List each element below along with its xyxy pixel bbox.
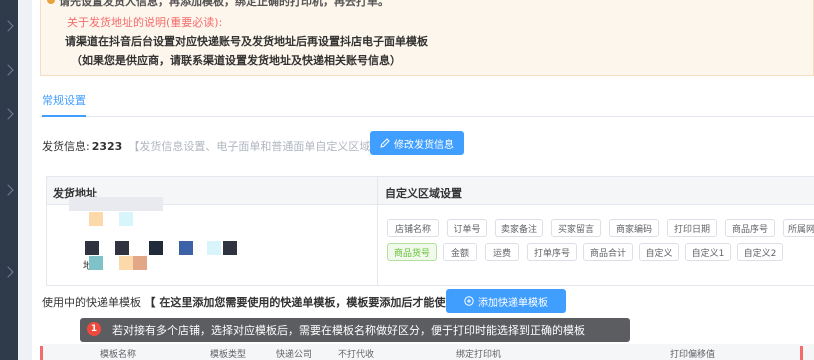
tag-item[interactable]: 自定义2 [737, 243, 783, 261]
edit-shipping-label: 修改发货信息 [394, 139, 454, 151]
col-template-type: 模板类型 [210, 350, 247, 360]
highlight-marker [40, 346, 43, 360]
col-no-cod: 不打代收 [338, 350, 375, 360]
template-section: 使用中的快递单模板 【 在这里添加您需要使用的快递单模板，模板要添加后才能使用哦… [42, 294, 484, 310]
tab-bar: 常规设置 [40, 90, 814, 117]
chevron-icon[interactable] [2, 184, 14, 196]
tag-item[interactable]: 运费 [485, 243, 519, 261]
shipping-info: 发货信息: 2323 【发货信息设置、电子面单和普通面单自定义区域设置。】 [42, 138, 409, 154]
tag-item[interactable]: 商家编码 [609, 219, 659, 237]
settings-table: 发货地址 自定义区域设置 地 店铺名称 订单号 卖家备注 买家留言 商家编码 打… [46, 176, 814, 286]
template-hint: 【 在这里添加您需要使用的快递单模板，模板要添加后才能使用哦。】 [144, 296, 484, 309]
shipping-label: 发货信息: [42, 140, 90, 153]
highlight-marker [800, 346, 803, 360]
tag-item[interactable]: 订单号 [447, 219, 487, 237]
shipping-hint: 【发货信息设置、电子面单和普通面单自定义区域设置。】 [128, 140, 409, 153]
template-table-header: 模板名称 模板类型 快递公司 不打代收 绑定打印机 打印偏移值 [42, 344, 814, 360]
warning-icon [47, 0, 55, 4]
shipping-count: 2323 [91, 140, 123, 153]
notice-box: 请先设置发货人信息，再添加模板，绑定正确的打印机，再去打单。 关于发货地址的说明… [40, 0, 814, 76]
edit-icon [380, 138, 390, 148]
tag-item[interactable]: 店铺名称 [387, 219, 439, 237]
notice-line: （如果您是供应商，请联系渠道设置发货地址及快递相关账号信息） [71, 54, 401, 67]
col-offset: 打印偏移值 [670, 350, 716, 360]
tooltip: 若对接有多个店铺，选择对应模板后，需要在模板名称做好区分，便于打印时能选择到正确… [80, 318, 630, 342]
tag-item-selected[interactable]: 商品货号 [387, 243, 437, 261]
notice-line-top: 请先设置发货人信息，再添加模板，绑定正确的打印机，再去打单。 [59, 0, 389, 8]
notice-line: 请渠道在抖音后台设置对应快递账号及发货地址后再设置抖店电子面单模板 [65, 35, 428, 48]
step-badge: 1 [87, 322, 101, 336]
main-content: 请先设置发货人信息，再添加模板，绑定正确的打印机，再去打单。 关于发货地址的说明… [32, 0, 814, 360]
add-template-button[interactable]: 添加快递单模板 [446, 289, 566, 313]
add-template-label: 添加快递单模板 [478, 297, 548, 309]
tooltip-text: 若对接有多个店铺，选择对应模板后，需要在模板名称做好区分，便于打印时能选择到正确… [112, 324, 585, 337]
tag-item[interactable]: 卖家备注 [495, 219, 543, 237]
tag-item[interactable]: 商品合计 [583, 243, 633, 261]
col-printer: 绑定打印机 [456, 350, 502, 360]
template-label: 使用中的快递单模板 [42, 296, 141, 309]
chevron-icon[interactable] [2, 266, 14, 278]
tag-item[interactable]: 商品序号 [725, 219, 775, 237]
tag-item[interactable]: 打单序号 [527, 243, 577, 261]
column-divider [377, 177, 378, 285]
notice-heading: 关于发货地址的说明(重要必读): [67, 16, 223, 29]
col-template-name: 模板名称 [100, 350, 137, 360]
tag-item[interactable]: 金额 [443, 243, 477, 261]
edit-shipping-button[interactable]: 修改发货信息 [370, 131, 464, 155]
left-sidebar [0, 0, 18, 360]
chevron-icon[interactable] [2, 108, 14, 120]
tab-general-settings[interactable]: 常规设置 [42, 92, 86, 117]
col-courier: 快递公司 [276, 350, 313, 360]
tag-item[interactable]: 自定义1 [685, 243, 731, 261]
header-custom-area: 自定义区域设置 [385, 187, 462, 200]
chevron-icon[interactable] [2, 64, 14, 76]
tag-item[interactable]: 自定义 [639, 243, 679, 261]
add-circle-icon [464, 296, 474, 306]
tag-item[interactable]: 打印日期 [667, 219, 717, 237]
tag-item[interactable]: 所属网点 [783, 219, 814, 237]
chevron-icon[interactable] [2, 20, 14, 32]
tag-item[interactable]: 买家留言 [551, 219, 601, 237]
